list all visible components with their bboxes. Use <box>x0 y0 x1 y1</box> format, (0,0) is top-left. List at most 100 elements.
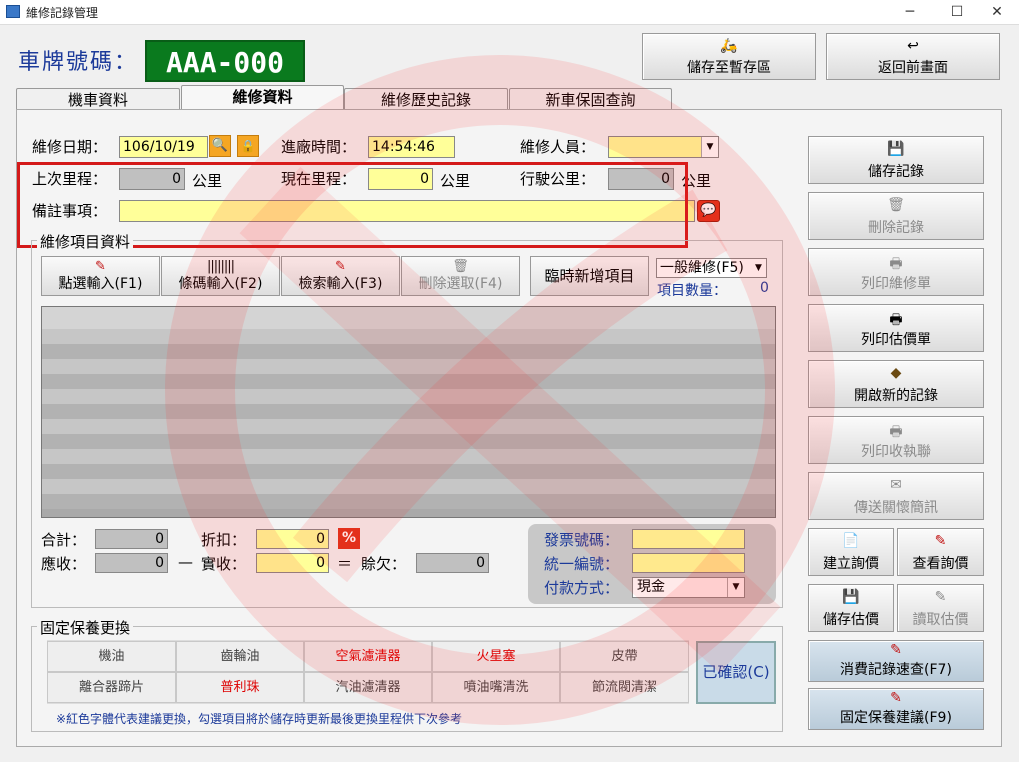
maint-item-injector[interactable]: 噴油嘴清洗 <box>432 672 560 703</box>
sum-field: 0 <box>95 529 168 549</box>
print-receipt-button[interactable]: 🖶 列印收執聯 <box>808 416 984 464</box>
items-grid[interactable] <box>41 306 776 518</box>
maint-item-throttle[interactable]: 節流閥清潔 <box>560 672 689 703</box>
speech-bubble-icon[interactable]: 💬 <box>697 200 720 222</box>
table-row[interactable] <box>42 449 775 464</box>
chevron-down-icon[interactable]: ▼ <box>701 137 718 157</box>
lock-icon[interactable]: 🔒 <box>237 135 259 157</box>
trash-icon: 🗑 <box>452 259 469 274</box>
pencil-icon: ✎ <box>934 533 947 549</box>
table-row[interactable] <box>42 359 775 374</box>
floppy-icon: 💾 <box>842 589 860 605</box>
maint-item-air-filter[interactable]: 空氣濾清器 <box>304 641 432 672</box>
new-record-button[interactable]: ◆ 開啟新的記錄 <box>808 360 984 408</box>
owed-field: 0 <box>416 553 489 573</box>
scooter-icon: 🛵 <box>720 38 738 54</box>
delete-selected-button[interactable]: 🗑 刪除選取(F4) <box>401 256 520 296</box>
table-row[interactable] <box>42 389 775 404</box>
table-row[interactable] <box>42 479 775 494</box>
save-quote-button[interactable]: 💾 儲存估價 <box>808 584 894 632</box>
chevron-down-icon[interactable]: ▼ <box>751 259 766 277</box>
discount-label: 折扣： <box>201 531 247 549</box>
save-temp-button[interactable]: 🛵 儲存至暫存區 <box>642 33 816 80</box>
maint-item-clutch[interactable]: 離合器蹄片 <box>47 672 176 703</box>
tab-history[interactable]: 維修歷史記錄 <box>344 88 508 110</box>
print-repair-button[interactable]: 🖶 列印維修單 <box>808 248 984 296</box>
maint-item-gear-oil[interactable]: 齒輪油 <box>176 641 304 672</box>
maintenance-suggest-button[interactable]: ✎ 固定保養建議(F9) <box>808 688 984 730</box>
barcode-input-button[interactable]: |||||||| 條碼輸入(F2) <box>161 256 280 296</box>
maintenance-group-title: 固定保養更換 <box>37 617 134 638</box>
search-input-button[interactable]: ✎ 檢索輸入(F3) <box>281 256 400 296</box>
maint-item-oil[interactable]: 機油 <box>47 641 176 672</box>
back-button[interactable]: ↩ 返回前畫面 <box>826 33 1000 80</box>
window-title: 維修記錄管理 <box>26 6 99 20</box>
item-count-value: 0 <box>760 280 769 296</box>
confirm-button[interactable]: 已確認(C) <box>696 641 776 704</box>
history-lookup-button[interactable]: ✎ 消費記錄速查(F7) <box>808 640 984 682</box>
pencil-icon: ✎ <box>335 259 346 274</box>
receivable-field: 0 <box>95 553 168 573</box>
maximize-button[interactable]: ☐ <box>937 0 977 25</box>
delete-record-button[interactable]: 🗑 刪除記錄 <box>808 192 984 240</box>
tab-repair[interactable]: 維修資料 <box>181 85 344 110</box>
paid-label: 實收： <box>201 555 247 573</box>
table-row[interactable] <box>42 329 775 344</box>
invoice-label: 發票號碼： <box>544 531 620 549</box>
tab-vehicle[interactable]: 機車資料 <box>16 88 180 110</box>
item-count-label: 項目數量： <box>657 283 727 299</box>
table-row[interactable] <box>42 404 775 419</box>
title-bar: 維修記錄管理 ─ ☐ ✕ <box>0 0 1019 25</box>
date-field[interactable]: 106/10/19 <box>119 136 208 158</box>
payment-label: 付款方式： <box>544 579 620 597</box>
tax-id-label: 統一編號： <box>544 555 620 573</box>
trash-icon: 🗑 <box>887 197 905 213</box>
pencil-icon: ✎ <box>890 642 902 658</box>
maintenance-note: ※紅色字體代表建議更換，勾選項目將於儲存時更新最後更換里程供下次參考 <box>56 712 463 726</box>
pencil-icon: ✎ <box>95 259 106 274</box>
percent-button[interactable]: % <box>338 528 360 549</box>
barcode-icon: |||||||| <box>206 259 235 274</box>
paid-field[interactable]: 0 <box>256 553 329 573</box>
print-quote-button[interactable]: 🖶 列印估價單 <box>808 304 984 352</box>
table-row[interactable] <box>42 434 775 449</box>
owed-label: 賒欠： <box>361 555 407 573</box>
staff-label: 維修人員： <box>520 138 596 156</box>
load-quote-button[interactable]: ✎ 讀取估價 <box>897 584 984 632</box>
maint-item-belt[interactable]: 皮帶 <box>560 641 689 672</box>
discount-field[interactable]: 0 <box>256 529 329 549</box>
create-inquiry-button[interactable]: 📄 建立詢價 <box>808 528 894 576</box>
table-row[interactable] <box>42 419 775 434</box>
maint-item-fuel-filter[interactable]: 汽油濾清器 <box>304 672 432 703</box>
message-icon: ✉ <box>890 477 902 493</box>
invoice-field[interactable] <box>632 529 745 549</box>
receivable-label: 應收： <box>41 555 87 573</box>
eraser-icon: ◆ <box>890 365 902 381</box>
sum-label: 合計： <box>41 531 87 549</box>
plate-number: AAA-000 <box>145 40 305 82</box>
maint-item-spark-plug[interactable]: 火星塞 <box>432 641 560 672</box>
tax-id-field[interactable] <box>632 553 745 573</box>
search-icon[interactable]: 🔍 <box>209 135 231 157</box>
send-sms-button[interactable]: ✉ 傳送關懷簡訊 <box>808 472 984 520</box>
pencil-icon: ✎ <box>890 690 902 706</box>
pencil-icon: ✎ <box>934 589 947 605</box>
view-inquiry-button[interactable]: ✎ 查看詢價 <box>897 528 984 576</box>
close-button[interactable]: ✕ <box>977 0 1017 25</box>
maint-item-roller[interactable]: 普利珠 <box>176 672 304 703</box>
table-row[interactable] <box>42 344 775 359</box>
table-row[interactable] <box>42 494 775 509</box>
temp-add-button[interactable]: 臨時新增項目 <box>530 256 649 296</box>
tab-warranty[interactable]: 新車保固查詢 <box>509 88 672 110</box>
time-field[interactable]: 14:54:46 <box>368 136 455 158</box>
save-record-button[interactable]: 💾 儲存記錄 <box>808 136 984 184</box>
chevron-down-icon[interactable]: ▼ <box>727 578 744 597</box>
equals-sign: ＝ <box>337 555 353 573</box>
minimize-button[interactable]: ─ <box>890 0 930 25</box>
table-row[interactable] <box>42 374 775 389</box>
items-group-title: 維修項目資料 <box>37 231 134 252</box>
minus-sign: — <box>178 553 193 571</box>
table-row[interactable] <box>42 464 775 479</box>
floppy-icon: 💾 <box>887 141 905 157</box>
pick-input-button[interactable]: ✎ 點選輸入(F1) <box>41 256 160 296</box>
